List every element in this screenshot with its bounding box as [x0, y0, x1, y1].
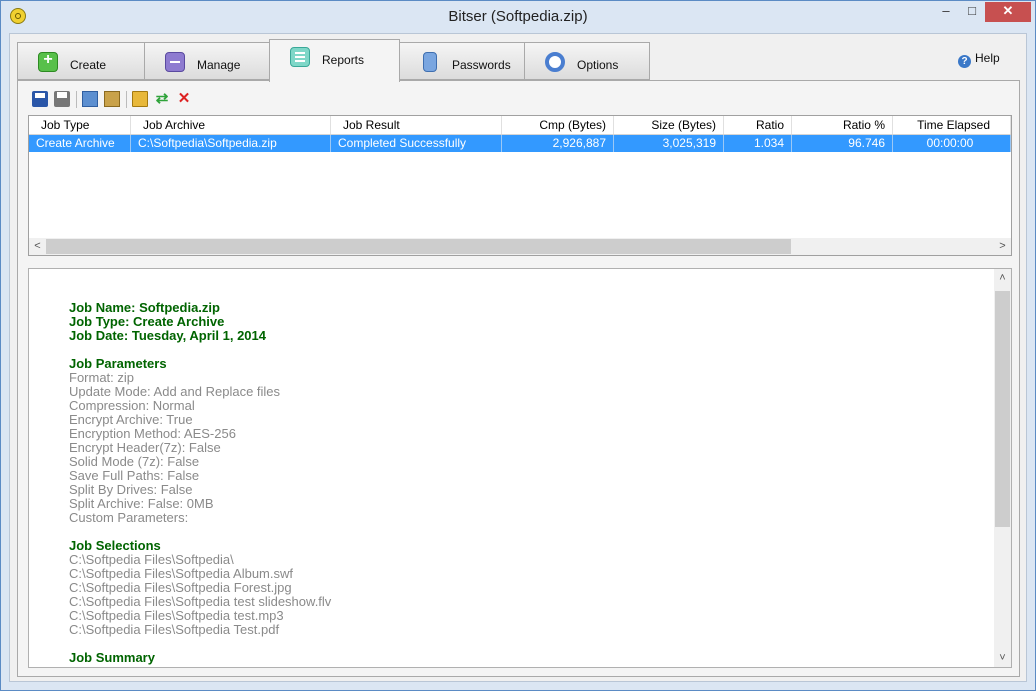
jobs-table: Job Type Job Archive Job Result Cmp (Byt…: [28, 115, 1012, 256]
report-view[interactable]: Job Name: Softpedia.zip Job Type: Create…: [28, 268, 1012, 668]
toolbar-separator: [126, 91, 127, 108]
table-row[interactable]: Create Archive C:\Softpedia\Softpedia.zi…: [29, 135, 1011, 152]
title-bar: Bitser (Softpedia.zip) – □ ✕: [1, 1, 1035, 31]
col-job-result[interactable]: Job Result: [331, 116, 502, 134]
toolbar-separator: [76, 91, 77, 108]
tab-passwords[interactable]: Passwords: [399, 42, 525, 80]
cell-ratio: 1.034: [724, 135, 792, 152]
print-icon[interactable]: [54, 91, 70, 107]
job-selections-heading: Job Selections: [69, 538, 161, 553]
cell-cmp-bytes: 2,926,887: [502, 135, 614, 152]
vertical-scrollbar[interactable]: ˄ ˅: [994, 269, 1011, 667]
table-header: Job Type Job Archive Job Result Cmp (Byt…: [29, 116, 1011, 135]
maximize-button[interactable]: □: [959, 2, 985, 22]
col-job-archive[interactable]: Job Archive: [131, 116, 331, 134]
report-text: Job Name: Softpedia.zip Job Type: Create…: [69, 301, 331, 665]
refresh-icon[interactable]: ⇄: [154, 91, 170, 107]
report-job-type: Job Type: Create Archive: [69, 314, 225, 329]
tab-options[interactable]: Options: [524, 42, 650, 80]
param-line: Compression: Normal: [69, 398, 195, 413]
selection-line: C:\Softpedia Files\Softpedia Forest.jpg: [69, 580, 292, 595]
help-label: Help: [975, 51, 1000, 65]
job-parameters-heading: Job Parameters: [69, 356, 167, 371]
param-line: Split Archive: False: 0MB: [69, 496, 214, 511]
selection-line: C:\Softpedia Files\Softpedia Album.swf: [69, 566, 294, 581]
client-area: Create Manage Reports Passwords Options …: [9, 33, 1027, 682]
param-line: Save Full Paths: False: [69, 468, 200, 483]
copy-icon[interactable]: [82, 91, 98, 107]
tab-reports[interactable]: Reports: [269, 39, 400, 82]
tab-reports-label: Reports: [322, 53, 365, 67]
param-line: Split By Drives: False: [69, 482, 193, 497]
passwords-icon: [423, 52, 437, 72]
create-icon: [38, 51, 58, 72]
col-size-bytes[interactable]: Size (Bytes): [614, 116, 724, 134]
col-ratio[interactable]: Ratio: [724, 116, 792, 134]
col-ratio-percent[interactable]: Ratio %: [792, 116, 893, 134]
tab-options-label: Options: [577, 58, 619, 72]
close-button[interactable]: ✕: [985, 2, 1031, 22]
vertical-scroll-thumb[interactable]: [995, 291, 1010, 527]
cell-job-type: Create Archive: [29, 135, 131, 152]
param-line: Custom Parameters:: [69, 510, 189, 525]
param-line: Encryption Method: AES-256: [69, 426, 236, 441]
cell-size-bytes: 3,025,319: [614, 135, 724, 152]
horizontal-scrollbar[interactable]: < >: [29, 238, 1011, 255]
paste-icon[interactable]: [104, 91, 120, 107]
scroll-up-icon[interactable]: ˄: [994, 270, 1011, 287]
help-button[interactable]: ? Help: [958, 51, 1000, 68]
param-line: Encrypt Header(7z): False: [69, 440, 221, 455]
col-cmp-bytes[interactable]: Cmp (Bytes): [502, 116, 614, 134]
cell-ratio-percent: 96.746: [792, 135, 893, 152]
selection-line: C:\Softpedia Files\Softpedia test slides…: [69, 594, 332, 609]
horizontal-scroll-thumb[interactable]: [46, 239, 791, 254]
minimize-button[interactable]: –: [933, 2, 959, 22]
reports-panel: ⇄ ✕ Job Type Job Archive Job Result Cmp …: [17, 80, 1020, 677]
param-line: Encrypt Archive: True: [69, 412, 193, 427]
col-time-elapsed[interactable]: Time Elapsed: [893, 116, 1011, 134]
window-title: Bitser (Softpedia.zip): [448, 8, 588, 25]
tab-passwords-label: Passwords: [452, 58, 511, 72]
help-icon: ?: [958, 55, 971, 68]
cell-job-archive: C:\Softpedia\Softpedia.zip: [131, 135, 331, 152]
cell-job-result: Completed Successfully: [331, 135, 502, 152]
reports-icon: [290, 47, 310, 67]
scroll-left-icon[interactable]: <: [29, 238, 46, 255]
manage-icon: [165, 52, 185, 72]
delete-icon[interactable]: ✕: [176, 91, 192, 107]
param-line: Solid Mode (7z): False: [69, 454, 200, 469]
tab-create[interactable]: Create: [17, 42, 145, 80]
tab-manage-label: Manage: [197, 58, 241, 72]
cell-time-elapsed: 00:00:00: [893, 135, 1011, 152]
tab-create-label: Create: [70, 58, 107, 72]
selection-line: C:\Softpedia Files\Softpedia test.mp3: [69, 608, 284, 623]
report-job-date: Job Date: Tuesday, April 1, 2014: [69, 328, 266, 343]
report-job-name: Job Name: Softpedia.zip: [69, 300, 220, 315]
tab-manage[interactable]: Manage: [144, 42, 270, 80]
param-line: Format: zip: [69, 370, 135, 385]
scroll-down-icon[interactable]: ˅: [994, 650, 1011, 667]
selection-line: C:\Softpedia Files\Softpedia Test.pdf: [69, 622, 280, 637]
job-summary-heading: Job Summary: [69, 650, 155, 665]
app-window: Bitser (Softpedia.zip) – □ ✕ Create Mana…: [0, 0, 1036, 691]
col-job-type[interactable]: Job Type: [29, 116, 131, 134]
save-icon[interactable]: [32, 91, 48, 107]
param-line: Update Mode: Add and Replace files: [69, 384, 281, 399]
selection-line: C:\Softpedia Files\Softpedia\: [69, 552, 234, 567]
options-icon: [545, 52, 565, 72]
scroll-right-icon[interactable]: >: [994, 238, 1011, 255]
open-folder-icon[interactable]: [132, 91, 148, 107]
